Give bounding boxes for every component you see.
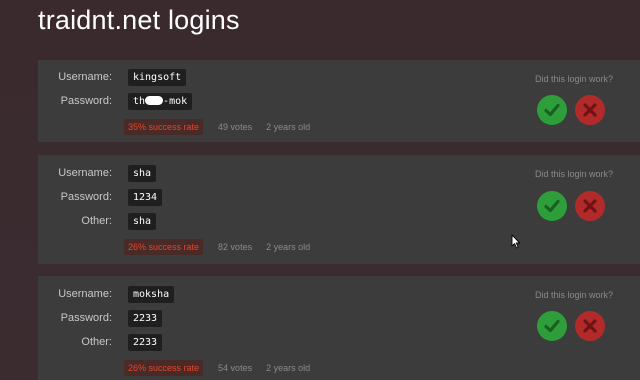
votes-count: 49 votes	[218, 122, 253, 132]
checkmark-icon	[544, 199, 560, 213]
username-row: Username: moksha	[38, 285, 175, 303]
login-worked-button[interactable]	[537, 95, 567, 125]
username-label: Username:	[58, 71, 112, 83]
x-mark-icon	[583, 319, 597, 333]
other-row: Other: sha	[38, 212, 157, 230]
checkmark-icon	[544, 103, 560, 117]
login-meta: 26% success rate 82 votes 2 years old	[124, 239, 310, 255]
username-row: Username: kingsoft	[38, 68, 187, 86]
success-rate-badge: 35% success rate	[124, 119, 204, 135]
page-title: traidnt.net logins	[38, 5, 240, 35]
login-meta: 35% success rate 49 votes 2 years old	[124, 119, 310, 135]
password-label: Password:	[60, 191, 112, 203]
username-value[interactable]: kingsoft	[128, 68, 187, 86]
login-age: 2 years old	[266, 122, 311, 132]
username-value[interactable]: sha	[128, 164, 157, 182]
login-age: 2 years old	[266, 242, 311, 252]
username-label: Username:	[58, 288, 112, 300]
password-row: Password: 2233	[38, 309, 163, 327]
did-login-work-label: Did this login work?	[534, 290, 613, 300]
login-worked-button[interactable]	[537, 311, 567, 341]
other-label: Other:	[81, 336, 112, 348]
success-rate-badge: 26% success rate	[124, 360, 204, 376]
login-worked-button[interactable]	[537, 191, 567, 221]
login-card: Username: sha Password: 1234 Other: sha …	[38, 155, 640, 264]
password-label: Password:	[60, 312, 112, 324]
x-mark-icon	[583, 103, 597, 117]
password-row: Password: 1234	[38, 188, 163, 206]
votes-count: 82 votes	[218, 242, 253, 252]
username-row: Username: sha	[38, 164, 157, 182]
did-login-work-label: Did this login work?	[534, 169, 613, 179]
x-mark-icon	[583, 199, 597, 213]
login-failed-button[interactable]	[575, 95, 605, 125]
login-card: Username: kingsoft Password: th -mok 35% …	[38, 60, 640, 142]
login-failed-button[interactable]	[575, 311, 605, 341]
login-meta: 26% success rate 54 votes 2 years old	[124, 360, 310, 376]
login-failed-button[interactable]	[575, 191, 605, 221]
username-label: Username:	[58, 167, 112, 179]
did-login-work-label: Did this login work?	[534, 74, 613, 84]
other-value[interactable]: 2233	[128, 333, 163, 351]
password-label: Password:	[60, 95, 112, 107]
login-card: Username: moksha Password: 2233 Other: 2…	[38, 276, 640, 380]
password-row: Password: th -mok	[38, 92, 193, 110]
password-value[interactable]: 1234	[128, 188, 163, 206]
username-value[interactable]: moksha	[128, 285, 175, 303]
other-label: Other:	[81, 215, 112, 227]
redaction-mark	[145, 95, 164, 105]
mouse-pointer-icon	[511, 234, 521, 249]
success-rate-badge: 26% success rate	[124, 239, 204, 255]
other-value[interactable]: sha	[128, 212, 157, 230]
password-value[interactable]: th -mok	[128, 92, 193, 110]
password-value[interactable]: 2233	[128, 309, 163, 327]
password-value-end: -mok	[163, 95, 188, 107]
other-row: Other: 2233	[38, 333, 163, 351]
login-age: 2 years old	[266, 363, 311, 373]
password-value-start: th	[133, 95, 146, 107]
checkmark-icon	[544, 319, 560, 333]
votes-count: 54 votes	[218, 363, 253, 373]
